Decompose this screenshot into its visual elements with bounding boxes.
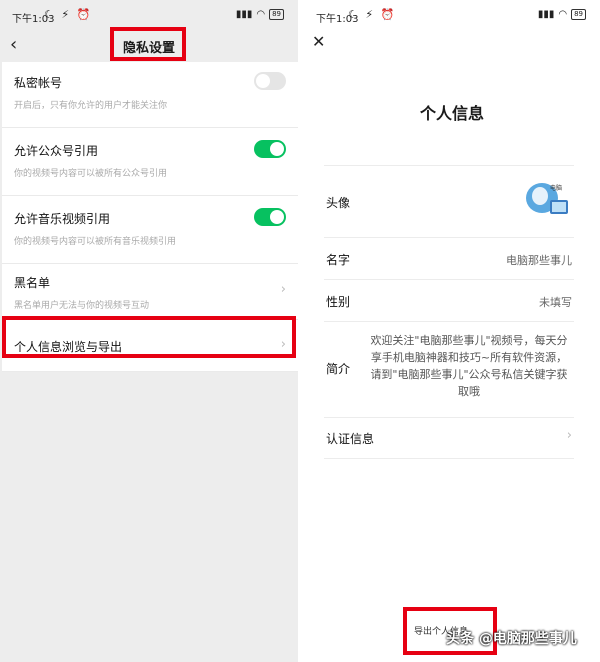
info-label: 认证信息 bbox=[326, 432, 375, 446]
signal-icon: ▮▮▮ bbox=[235, 9, 253, 20]
battery-icon: 89 bbox=[269, 9, 284, 20]
setting-desc: 开启后，只有你允许的用户才能关注你 bbox=[14, 101, 168, 111]
info-row-bio: 简介 欢迎关注"电脑那些事儿"视频号，每天分享手机电脑神器和技巧~所有软件资源，… bbox=[324, 321, 574, 417]
signal-icons: ▮▮▮ ◠ 89 bbox=[538, 9, 586, 20]
signal-icon: ▮▮▮ bbox=[537, 9, 555, 20]
info-row-certification[interactable]: 认证信息 › bbox=[324, 417, 574, 459]
setting-label: 黑名单 bbox=[14, 276, 51, 290]
watermark: 头条 @电脑那些事儿 bbox=[446, 631, 577, 647]
setting-allow-official-account[interactable]: 允许公众号引用 你的视频号内容可以被所有公众号引用 bbox=[2, 128, 298, 196]
highlight-title-box bbox=[110, 27, 186, 61]
chevron-right-icon: › bbox=[566, 428, 572, 443]
info-label: 性别 bbox=[326, 295, 351, 309]
wifi-icon: ◠ bbox=[256, 9, 266, 20]
info-value: 未填写 bbox=[539, 296, 572, 309]
info-label: 名字 bbox=[326, 253, 351, 267]
allow-music-video-toggle[interactable] bbox=[254, 208, 286, 226]
setting-label: 允许音乐视频引用 bbox=[14, 212, 111, 226]
personal-info-screen: 下午1:03 ☾ ⚡ ⏰ ▮▮▮ ◠ 89 ✕ 个人信息 头像 电脑 名字 电脑… bbox=[304, 0, 600, 662]
chevron-right-icon: › bbox=[280, 282, 286, 297]
setting-label: 私密帐号 bbox=[14, 76, 63, 90]
info-row-gender: 性别 未填写 bbox=[324, 279, 574, 321]
highlight-export-row-box bbox=[2, 316, 296, 358]
setting-desc: 你的视频号内容可以被所有公众号引用 bbox=[14, 169, 168, 179]
setting-blacklist[interactable]: 黑名单 黑名单用户无法与你的视频号互动 › bbox=[2, 264, 298, 320]
status-bar: 下午1:03 ☾ ⚡ ⏰ ▮▮▮ ◠ 89 bbox=[304, 0, 600, 30]
close-icon[interactable]: ✕ bbox=[312, 32, 325, 51]
info-row-avatar: 头像 电脑 bbox=[324, 165, 574, 237]
setting-private-account[interactable]: 私密帐号 开启后，只有你允许的用户才能关注你 bbox=[2, 62, 298, 128]
avatar-text: 电脑 bbox=[550, 184, 562, 192]
personal-info-list: 头像 电脑 名字 电脑那些事儿 性别 未填写 简介 欢迎关注"电脑那些事儿"视频… bbox=[324, 165, 574, 459]
wifi-icon: ◠ bbox=[558, 9, 568, 20]
avatar-image: 电脑 bbox=[526, 183, 568, 214]
info-value: 欢迎关注"电脑那些事儿"视频号，每天分享手机电脑神器和技巧~所有软件资源，请到"… bbox=[370, 334, 568, 398]
setting-desc: 黑名单用户无法与你的视频号互动 bbox=[14, 301, 150, 311]
status-icons: ☾ ⚡ ⏰ bbox=[348, 8, 397, 21]
page-title: 个人信息 bbox=[419, 104, 484, 123]
info-label: 头像 bbox=[326, 196, 351, 210]
setting-allow-music-video[interactable]: 允许音乐视频引用 你的视频号内容可以被所有音乐视频引用 bbox=[2, 196, 298, 264]
battery-icon: 89 bbox=[571, 9, 586, 20]
private-account-toggle[interactable] bbox=[254, 72, 286, 90]
info-row-name: 名字 电脑那些事儿 bbox=[324, 237, 574, 279]
status-bar: 下午1:03 ☾ ⚡ ⏰ ▮▮▮ ◠ 89 bbox=[0, 0, 298, 30]
setting-label: 允许公众号引用 bbox=[14, 144, 99, 158]
status-icons: ☾ ⚡ ⏰ bbox=[44, 8, 93, 21]
signal-icons: ▮▮▮ ◠ 89 bbox=[236, 9, 284, 20]
info-value: 电脑那些事儿 bbox=[506, 254, 572, 267]
info-label: 简介 bbox=[326, 362, 351, 376]
allow-official-account-toggle[interactable] bbox=[254, 140, 286, 158]
setting-desc: 你的视频号内容可以被所有音乐视频引用 bbox=[14, 237, 177, 247]
